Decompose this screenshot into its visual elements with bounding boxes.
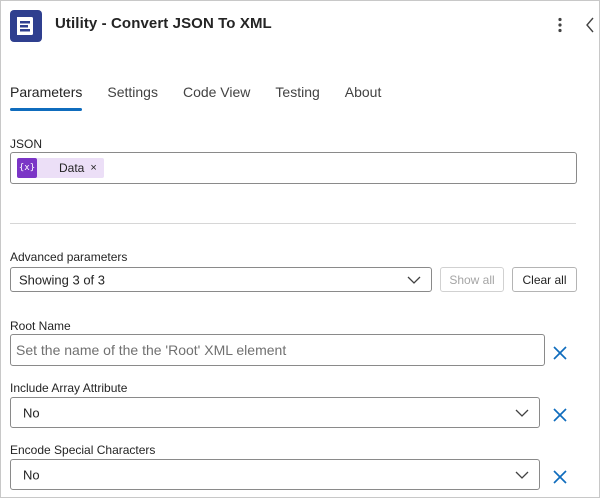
chevron-down-icon bbox=[515, 409, 529, 417]
clear-all-button[interactable]: Clear all bbox=[512, 267, 577, 292]
remove-encode-special-button[interactable] bbox=[550, 467, 570, 487]
remove-root-name-button[interactable] bbox=[550, 343, 570, 363]
root-name-label: Root Name bbox=[10, 319, 71, 333]
tab-bar: Parameters Settings Code View Testing Ab… bbox=[10, 83, 406, 113]
tab-settings[interactable]: Settings bbox=[107, 83, 158, 111]
remove-token-icon[interactable]: × bbox=[90, 162, 96, 174]
encode-special-characters-label: Encode Special Characters bbox=[10, 443, 156, 457]
close-icon bbox=[553, 408, 567, 422]
encode-special-characters-select[interactable]: No bbox=[10, 459, 540, 490]
tab-parameters[interactable]: Parameters bbox=[10, 83, 83, 111]
show-all-button[interactable]: Show all bbox=[440, 267, 504, 292]
json-label: JSON bbox=[10, 137, 43, 151]
tab-testing[interactable]: Testing bbox=[275, 83, 319, 111]
document-convert-icon bbox=[10, 10, 42, 42]
variable-icon: {x} bbox=[17, 158, 37, 178]
chevron-down-icon bbox=[407, 276, 421, 284]
advanced-parameters-value: Showing 3 of 3 bbox=[19, 272, 106, 287]
more-vertical-icon bbox=[558, 17, 562, 33]
include-array-attribute-label: Include Array Attribute bbox=[10, 381, 128, 395]
action-panel: Utility - Convert JSON To XML Parameters… bbox=[0, 0, 600, 498]
data-token-label: Data bbox=[59, 161, 85, 175]
root-name-input[interactable] bbox=[10, 334, 545, 366]
more-options-button[interactable] bbox=[551, 13, 569, 37]
tab-about[interactable]: About bbox=[345, 83, 382, 111]
remove-include-array-button[interactable] bbox=[550, 405, 570, 425]
include-array-attribute-value: No bbox=[23, 405, 40, 420]
include-array-attribute-select[interactable]: No bbox=[10, 397, 540, 428]
section-divider bbox=[10, 223, 576, 224]
encode-special-characters-value: No bbox=[23, 467, 40, 482]
data-token[interactable]: {x} Data × bbox=[17, 158, 104, 178]
json-field[interactable]: {x} Data × bbox=[10, 152, 577, 184]
collapse-panel-button[interactable] bbox=[581, 13, 599, 37]
close-icon bbox=[553, 346, 567, 360]
tab-code-view[interactable]: Code View bbox=[183, 83, 250, 111]
panel-title: Utility - Convert JSON To XML bbox=[55, 15, 272, 32]
close-icon bbox=[553, 470, 567, 484]
chevron-down-icon bbox=[515, 471, 529, 479]
chevron-left-icon bbox=[586, 17, 594, 33]
advanced-parameters-label: Advanced parameters bbox=[10, 250, 128, 264]
advanced-parameters-select[interactable]: Showing 3 of 3 bbox=[10, 267, 432, 292]
